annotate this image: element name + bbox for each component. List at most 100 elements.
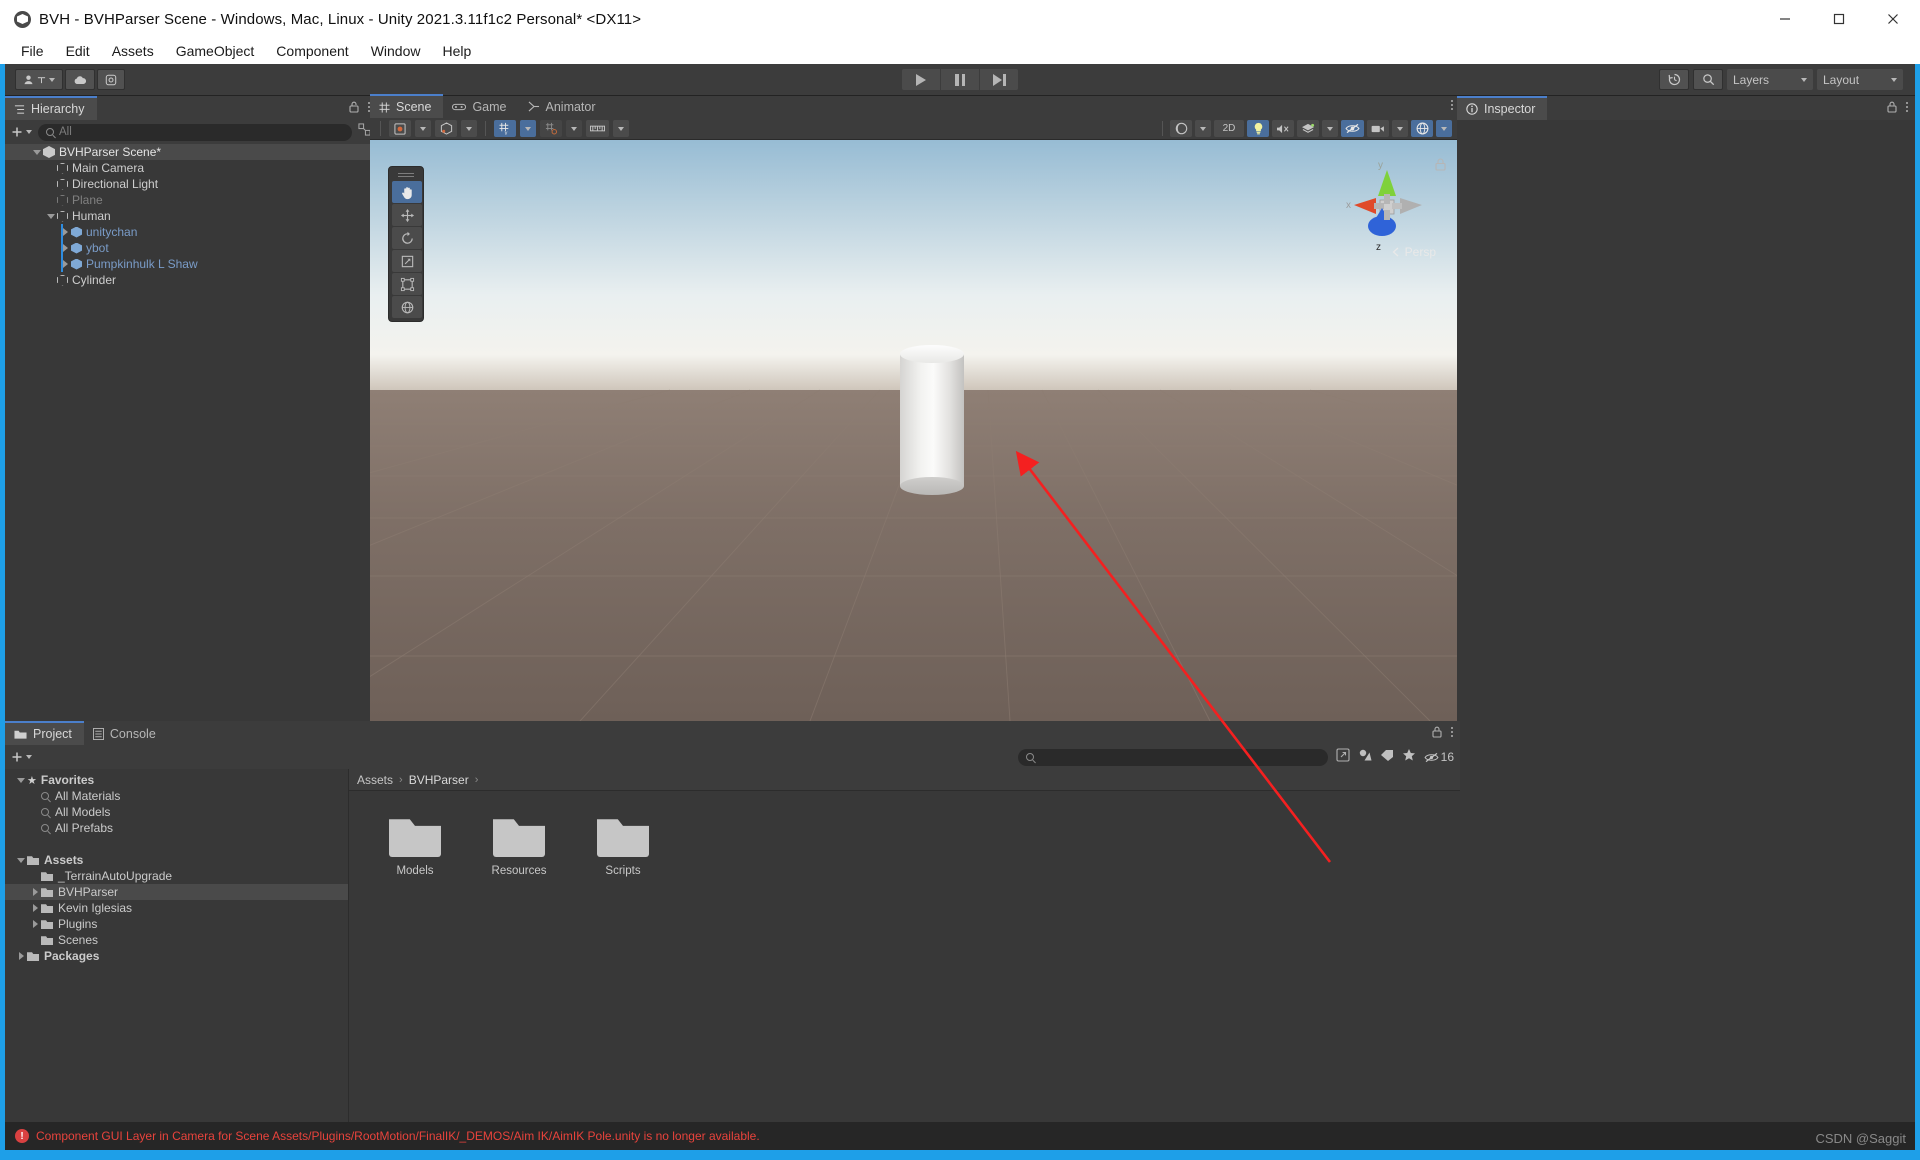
grid-visibility-dropdown[interactable] [520, 120, 536, 137]
project-tree-row[interactable]: Plugins [5, 916, 348, 932]
hierarchy-row[interactable]: Main Camera [5, 160, 377, 176]
twisty-down-icon[interactable] [31, 150, 43, 155]
hierarchy-search-input[interactable]: All [38, 124, 352, 141]
twisty-down-icon[interactable] [45, 214, 57, 219]
fx-dropdown-caret[interactable] [1322, 120, 1338, 137]
scene-viewport[interactable]: y x z [370, 140, 1460, 721]
grid-size-button[interactable] [586, 120, 609, 137]
project-tree-row[interactable]: BVHParser [5, 884, 348, 900]
hierarchy-lock-icon[interactable] [349, 101, 359, 116]
project-grid-item[interactable]: Models [377, 815, 453, 877]
draw-mode-dropdown[interactable] [461, 120, 477, 137]
tab-animator[interactable]: Animator [519, 95, 608, 118]
move-tool-button[interactable] [392, 204, 422, 226]
project-lock-icon[interactable] [1432, 726, 1442, 741]
scale-tool-button[interactable] [392, 250, 422, 272]
project-search-input[interactable] [1018, 749, 1328, 766]
tab-inspector[interactable]: Inspector [1457, 96, 1547, 120]
scene-camera-caret[interactable] [1392, 120, 1408, 137]
menu-component[interactable]: Component [265, 41, 359, 61]
grid-visibility-button[interactable]: y [494, 120, 516, 137]
project-menu-icon[interactable] [1450, 726, 1454, 741]
project-tree-row[interactable]: _TerrainAutoUpgrade [5, 868, 348, 884]
tab-project[interactable]: Project [5, 721, 84, 745]
project-type-filter-icon[interactable] [1358, 748, 1372, 767]
layout-dropdown[interactable]: Layout [1817, 69, 1903, 90]
scene-projection-label[interactable]: Persp [1391, 245, 1436, 259]
step-button[interactable] [980, 69, 1018, 90]
services-button[interactable] [97, 69, 125, 90]
scene-lighting-dropdown[interactable] [1170, 120, 1192, 137]
breadcrumb-item-assets[interactable]: Assets [357, 773, 393, 787]
project-favorite-filter-icon[interactable] [1402, 748, 1416, 767]
grid-size-dropdown[interactable] [613, 120, 629, 137]
tab-console[interactable]: Console [84, 722, 168, 745]
inspector-menu-icon[interactable] [1905, 101, 1909, 116]
menu-edit[interactable]: Edit [55, 41, 101, 61]
hierarchy-row[interactable]: ybot [5, 240, 377, 256]
menu-window[interactable]: Window [360, 41, 432, 61]
grid-snap-button[interactable] [540, 120, 562, 137]
hierarchy-row[interactable]: Plane [5, 192, 377, 208]
breadcrumb-item-bvhparser[interactable]: BVHParser [409, 773, 469, 787]
project-add-button[interactable] [11, 751, 32, 763]
scene-menu-icon[interactable] [1450, 99, 1454, 114]
twisty-right-icon[interactable] [29, 888, 41, 896]
account-button[interactable] [15, 69, 63, 90]
scene-audio-button[interactable] [1272, 120, 1294, 137]
hierarchy-row[interactable]: Human [5, 208, 377, 224]
rotate-tool-button[interactable] [392, 227, 422, 249]
project-tree-row[interactable]: Kevin Iglesias [5, 900, 348, 916]
project-tree-row[interactable]: Packages [5, 948, 348, 964]
hierarchy-row[interactable]: Cylinder [5, 272, 377, 288]
hierarchy-row[interactable]: Directional Light [5, 176, 377, 192]
menu-gameobject[interactable]: GameObject [165, 41, 266, 61]
menu-help[interactable]: Help [431, 41, 482, 61]
grid-snap-dropdown[interactable] [566, 120, 582, 137]
project-label-filter-icon[interactable] [1380, 748, 1394, 767]
hand-tool-button[interactable] [392, 181, 422, 203]
project-tree-row[interactable]: All Prefabs [5, 820, 348, 836]
draw-mode-button[interactable] [435, 120, 457, 137]
hierarchy-add-button[interactable] [11, 126, 32, 138]
shading-mode-dropdown[interactable] [415, 120, 431, 137]
project-open-search-window-icon[interactable] [1336, 748, 1350, 767]
twisty-right-icon[interactable] [29, 920, 41, 928]
undo-history-button[interactable] [1659, 69, 1689, 90]
project-grid-item[interactable]: Resources [481, 815, 557, 877]
cloud-button[interactable] [65, 69, 95, 90]
gizmos-button[interactable] [1411, 120, 1433, 137]
tab-hierarchy[interactable]: Hierarchy [5, 96, 97, 120]
gizmos-caret[interactable] [1436, 120, 1452, 137]
scene-lighting-button[interactable] [1247, 120, 1269, 137]
cylinder-object[interactable] [900, 345, 964, 495]
fx-dropdown-button[interactable] [1297, 120, 1319, 137]
transform-tool-button[interactable] [392, 296, 422, 318]
twisty-right-icon[interactable] [15, 952, 27, 960]
hierarchy-row[interactable]: unitychan [5, 224, 377, 240]
minimize-button[interactable] [1758, 0, 1812, 38]
hierarchy-row[interactable]: Pumpkinhulk L Shaw [5, 256, 377, 272]
menu-assets[interactable]: Assets [101, 41, 165, 61]
project-tree-row[interactable]: Assets [5, 852, 348, 868]
play-button[interactable] [902, 69, 940, 90]
tab-scene[interactable]: Scene [370, 94, 443, 118]
status-bar[interactable]: ! Component GUI Layer in Camera for Scen… [5, 1122, 1915, 1150]
pause-button[interactable] [941, 69, 979, 90]
toolbar-search-button[interactable] [1693, 69, 1723, 90]
project-tree-row[interactable]: All Materials [5, 788, 348, 804]
menu-file[interactable]: File [10, 41, 55, 61]
scene-lighting-dropdown-caret[interactable] [1195, 120, 1211, 137]
project-tree-row[interactable]: Scenes [5, 932, 348, 948]
palette-drag-handle[interactable] [392, 170, 420, 180]
project-tree-row[interactable]: All Models [5, 804, 348, 820]
project-tree-row[interactable]: ★Favorites [5, 772, 348, 788]
project-visibility-count[interactable]: 16 [1424, 750, 1454, 764]
hierarchy-row[interactable]: BVHParser Scene* [5, 144, 377, 160]
project-grid-item[interactable]: Scripts [585, 815, 661, 877]
scene-camera-button[interactable] [1367, 120, 1389, 137]
scene-visibility-button[interactable] [1341, 120, 1364, 137]
twisty-down-icon[interactable] [15, 778, 27, 783]
shading-mode-button[interactable] [389, 120, 411, 137]
tab-game[interactable]: Game [443, 95, 518, 118]
